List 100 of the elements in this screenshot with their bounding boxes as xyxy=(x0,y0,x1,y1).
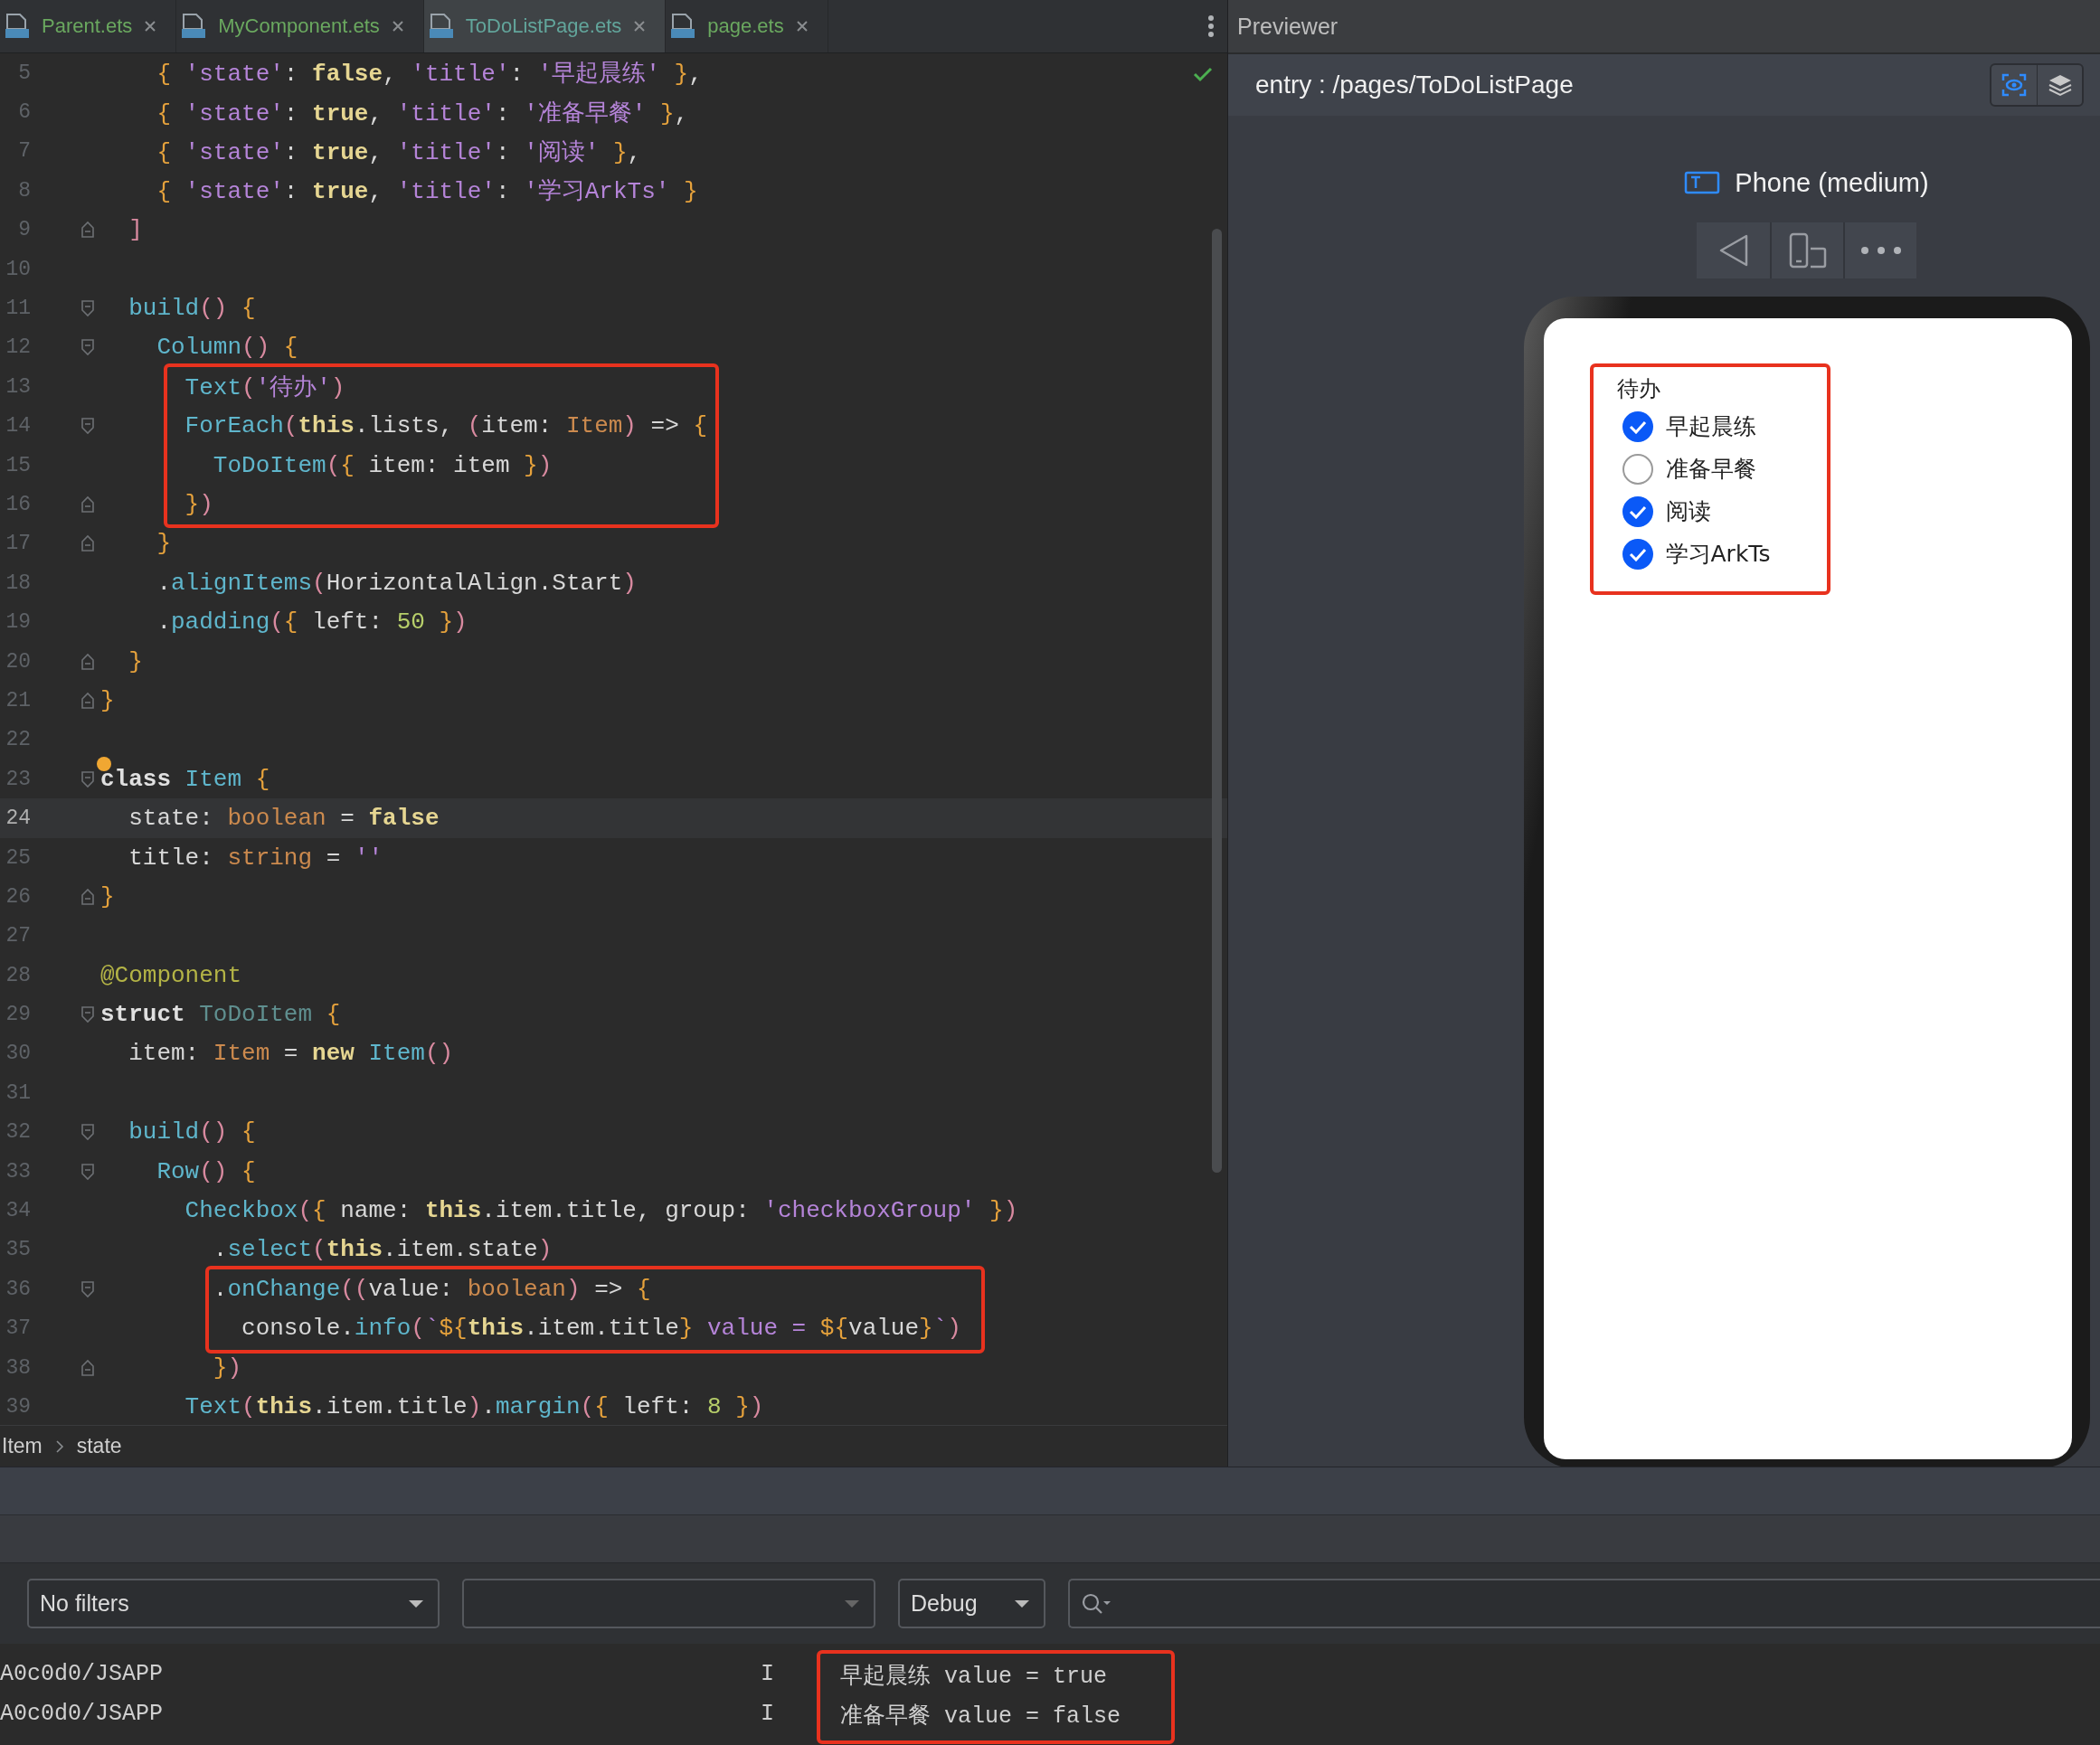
line-number: 17 xyxy=(5,532,31,556)
code-line: build() { xyxy=(128,1118,256,1146)
code-line: { 'state': false, 'title': '早起晨练' }, xyxy=(156,60,703,90)
page-route: entry : /pages/ToDoListPage xyxy=(1255,71,1574,99)
fold-icon[interactable] xyxy=(80,1279,95,1298)
line-number: 24 xyxy=(5,806,31,831)
fold-icon[interactable] xyxy=(80,887,95,906)
fold-icon[interactable] xyxy=(80,691,95,710)
close-icon[interactable] xyxy=(143,19,158,33)
file-tab[interactable]: page.ets xyxy=(666,0,828,52)
code-line: .select(this.item.state) xyxy=(212,1236,553,1264)
file-tab[interactable]: ToDoListPage.ets xyxy=(423,0,667,52)
caret-icon xyxy=(1013,1598,1031,1609)
code-line: Row() { xyxy=(156,1157,256,1185)
log-tag: A0c0d0/JSAPP xyxy=(0,1694,761,1734)
checkbox[interactable] xyxy=(1622,538,1653,570)
line-number: 27 xyxy=(5,924,31,948)
line-number: 13 xyxy=(5,374,31,399)
code-line: .padding({ left: 50 }) xyxy=(156,608,468,637)
close-icon[interactable] xyxy=(794,19,809,33)
line-number: 32 xyxy=(5,1120,31,1145)
code-line: { 'state': true, 'title': '阅读' }, xyxy=(156,137,642,167)
line-number: 18 xyxy=(5,571,31,595)
fold-icon[interactable] xyxy=(80,495,95,514)
code-line: class Item { xyxy=(100,765,270,793)
line-number: 21 xyxy=(5,688,31,712)
line-number: 20 xyxy=(5,649,31,674)
code-line: } xyxy=(156,530,171,558)
process-dropdown[interactable] xyxy=(462,1579,875,1628)
filter-dropdown[interactable]: No filters xyxy=(27,1579,440,1628)
line-number: 29 xyxy=(5,1003,31,1027)
line-number: 35 xyxy=(5,1238,31,1262)
code-line: } xyxy=(128,647,143,675)
close-icon[interactable] xyxy=(390,19,405,33)
search-icon xyxy=(1081,1591,1111,1616)
checkbox[interactable] xyxy=(1622,495,1653,527)
line-number: 22 xyxy=(5,728,31,752)
file-icon xyxy=(669,13,697,40)
panel-title: Previewer xyxy=(1237,13,1339,40)
line-number: 19 xyxy=(5,610,31,635)
fold-icon[interactable] xyxy=(80,1123,95,1142)
line-number: 26 xyxy=(5,884,31,909)
file-tab[interactable]: Parent.ets xyxy=(0,0,177,52)
checkbox[interactable] xyxy=(1622,410,1653,442)
line-number: 6 xyxy=(17,100,31,125)
fold-icon[interactable] xyxy=(80,338,95,357)
scrollbar-thumb[interactable] xyxy=(1212,229,1222,1173)
close-icon[interactable] xyxy=(632,19,648,33)
caret-icon xyxy=(843,1598,861,1609)
code-line: Checkbox({ name: this.item.title, group: 'checkboxGroup' }) xyxy=(184,1197,1018,1224)
todo-title: 早起晨练 xyxy=(1665,412,1756,441)
code-line: item: Item = new Item() xyxy=(128,1040,454,1068)
search-field[interactable] xyxy=(1068,1579,2100,1628)
code-line: }) xyxy=(212,1354,242,1382)
log-message: 早起晨练 value = true xyxy=(840,1663,1109,1692)
fold-icon[interactable] xyxy=(80,1005,95,1024)
eye-icon xyxy=(2001,73,2027,97)
fold-icon[interactable] xyxy=(80,534,95,553)
fold-icon[interactable] xyxy=(80,417,95,436)
todo-title: 学习ArkTs xyxy=(1665,540,1771,569)
file-tab[interactable]: MyComponent.ets xyxy=(176,0,424,52)
code-line: build() { xyxy=(128,295,256,323)
code-line: }) xyxy=(184,491,213,518)
line-number: 34 xyxy=(5,1199,31,1222)
check-icon xyxy=(1628,546,1647,561)
fold-icon[interactable] xyxy=(80,1358,95,1377)
todo-title: 阅读 xyxy=(1665,497,1711,526)
code-line: ForEach(this.lists, (item: Item) => { xyxy=(184,412,707,440)
fold-icon[interactable] xyxy=(80,1162,95,1181)
code-line: Text('待办') xyxy=(184,373,345,403)
code-line: { 'state': true, 'title': '准备早餐' }, xyxy=(156,99,689,128)
fold-icon[interactable] xyxy=(80,769,95,788)
device-rotate-icon xyxy=(1788,232,1827,269)
log-message: 准备早餐 value = false xyxy=(840,1703,1121,1731)
fold-icon[interactable] xyxy=(80,221,95,240)
device-icon xyxy=(1684,171,1721,194)
more-icon[interactable] xyxy=(1207,14,1215,38)
line-number: 33 xyxy=(5,1159,31,1184)
code-line: } xyxy=(100,686,115,714)
code-line: ] xyxy=(128,216,143,244)
code-line: @Component xyxy=(100,961,242,989)
log-severity: I xyxy=(761,1700,775,1729)
list-heading: 待办 xyxy=(1616,375,1661,403)
code-line: title: string = '' xyxy=(128,844,383,872)
log-severity: I xyxy=(761,1660,775,1689)
log-tag: A0c0d0/JSAPP xyxy=(0,1655,761,1694)
layers-icon xyxy=(2047,73,2073,97)
file-icon xyxy=(427,13,455,40)
breadcrumb-item[interactable]: state xyxy=(76,1434,122,1458)
line-number: 38 xyxy=(5,1355,31,1380)
more-icon xyxy=(1859,246,1902,255)
checkbox[interactable] xyxy=(1622,453,1653,485)
caret-icon xyxy=(407,1598,425,1609)
fold-icon[interactable] xyxy=(80,299,95,318)
line-number: 36 xyxy=(5,1277,31,1301)
check-icon xyxy=(1628,504,1647,519)
log-level-dropdown[interactable]: Debug xyxy=(898,1579,1045,1628)
breadcrumb-item[interactable]: Item xyxy=(2,1434,43,1458)
line-number: 12 xyxy=(5,335,31,360)
fold-icon[interactable] xyxy=(80,652,95,671)
